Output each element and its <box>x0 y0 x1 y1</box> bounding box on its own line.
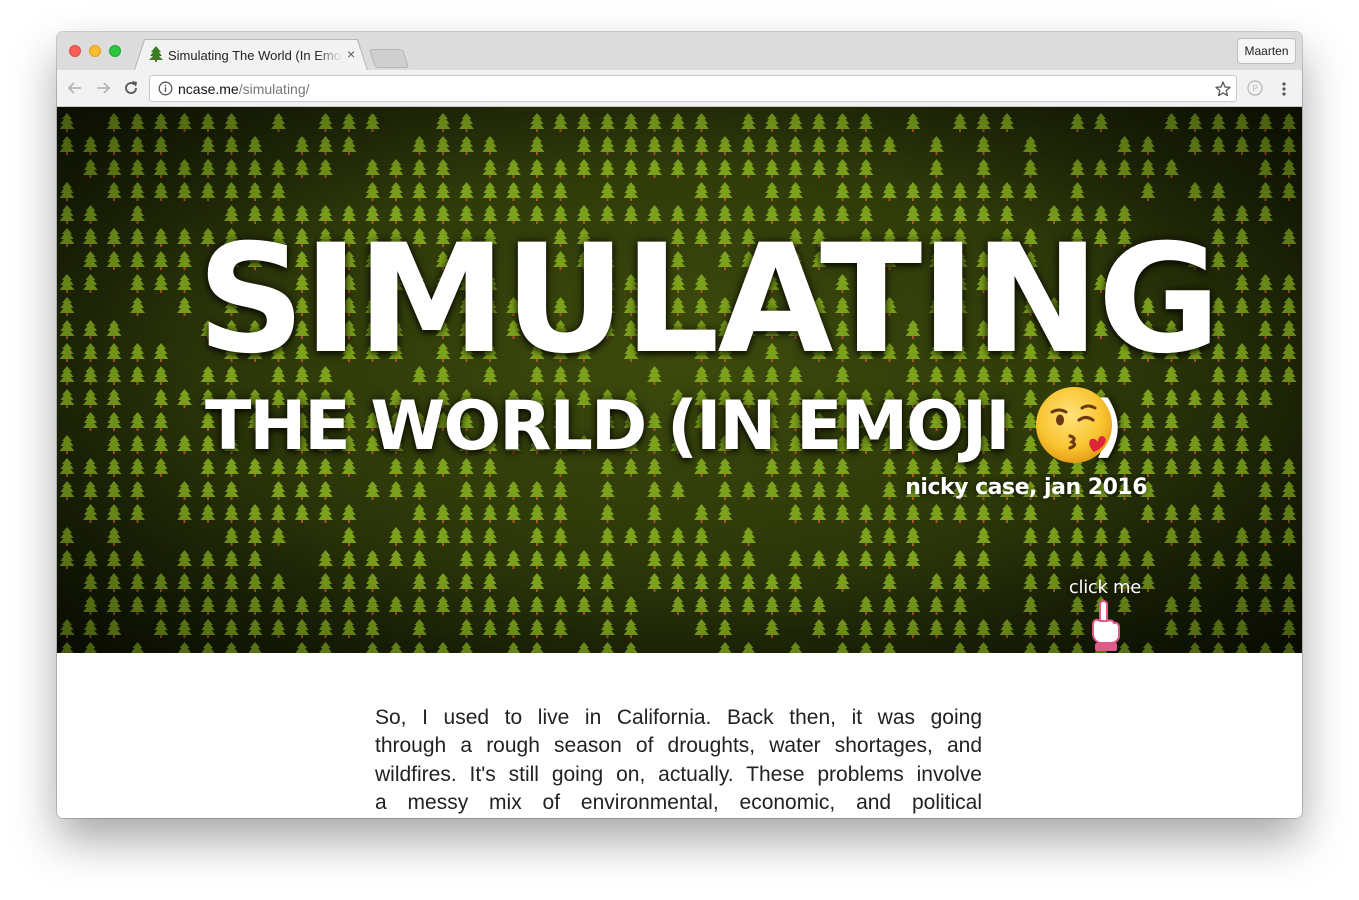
hero-banner[interactable]: SIMULATING THE WORLD (IN EMOJI) <box>57 107 1302 653</box>
click-me-label[interactable]: click me <box>1057 577 1153 601</box>
article-body: So, I used to live in California. Back t… <box>375 704 982 817</box>
url-host: ncase.me <box>178 81 239 97</box>
tab-close-icon[interactable]: × <box>347 46 355 62</box>
tab-strip: Simulating The World (In Emoji 😘) × Maar… <box>57 32 1302 70</box>
tab-title: Simulating The World (In Emoji 😘) <box>168 48 342 63</box>
close-window-button[interactable] <box>69 45 81 57</box>
hero-subtitle: THE WORLD (IN EMOJI) <box>205 387 1150 467</box>
forward-arrow-icon[interactable] <box>94 79 112 97</box>
article-line: So, I used to live in California. Back t… <box>375 706 982 729</box>
address-bar[interactable]: ncase.me/simulating/ <box>149 75 1237 102</box>
zoom-window-button[interactable] <box>109 45 121 57</box>
kissing-face-emoji-icon <box>1036 387 1112 463</box>
reload-icon[interactable] <box>122 79 140 97</box>
url-path: /simulating/ <box>238 81 310 97</box>
back-arrow-icon[interactable] <box>66 79 84 97</box>
star-icon[interactable] <box>1214 80 1232 98</box>
url-text: ncase.me/simulating/ <box>178 81 310 97</box>
article-line: wildfires. It's still going on, actually… <box>375 762 982 786</box>
article-line: through a rough season of droughts, wate… <box>375 734 982 758</box>
hero-title: SIMULATING <box>197 213 1221 387</box>
hero-author: nicky case, jan 2016 <box>905 475 1147 500</box>
browser-window: Simulating The World (In Emoji 😘) × Maar… <box>57 32 1302 818</box>
article-line: a messy mix of environmental, economic, … <box>375 790 982 814</box>
svg-text:P: P <box>1252 85 1258 95</box>
menu-dots-icon[interactable] <box>1278 80 1290 98</box>
profile-button[interactable]: Maarten <box>1237 38 1296 64</box>
pointing-hand-icon[interactable] <box>1087 599 1123 653</box>
hero-subtitle-main: THE WORLD (IN EMOJI <box>205 387 1011 466</box>
page-content: SIMULATING THE WORLD (IN EMOJI) <box>57 107 1302 818</box>
minimize-window-button[interactable] <box>89 45 101 57</box>
extension-icon[interactable]: P <box>1246 79 1264 97</box>
tree-favicon-icon <box>149 46 163 62</box>
new-tab-button[interactable] <box>368 49 410 68</box>
info-icon[interactable] <box>158 81 173 96</box>
